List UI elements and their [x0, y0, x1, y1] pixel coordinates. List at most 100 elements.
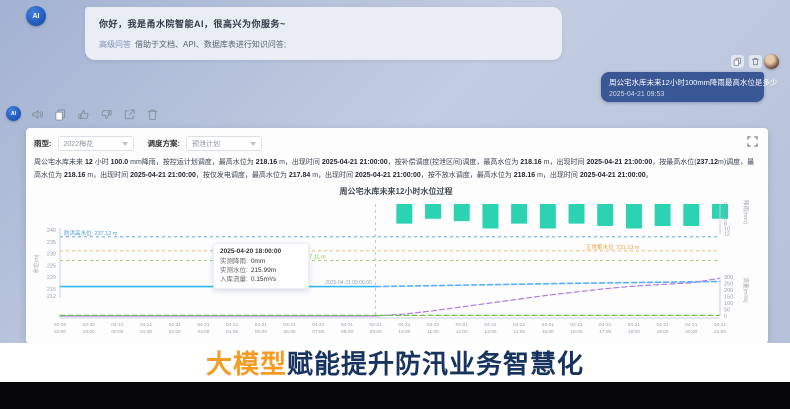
copy-message-button[interactable]: [731, 55, 744, 68]
svg-text:225: 225: [47, 263, 56, 269]
fullscreen-icon: [747, 136, 758, 147]
svg-text:50: 50: [724, 308, 730, 314]
svg-text:04-20: 04-20: [54, 322, 67, 328]
svg-text:13:00: 13:00: [484, 329, 496, 335]
svg-text:04-21: 04-21: [111, 322, 124, 328]
filter-bar: 雨型: 2022梅花 调度方案: 预泄计划: [34, 136, 262, 151]
svg-text:01:00: 01:00: [140, 329, 152, 335]
svg-text:04-21: 04-21: [427, 322, 440, 328]
svg-text:240: 240: [47, 228, 56, 234]
svg-text:12:00: 12:00: [456, 329, 468, 335]
ai-answer-avatar: AI: [6, 106, 21, 121]
chart-tooltip: 2025-04-20 18:00:00 实测降雨:0mm 实测水位:215.99…: [213, 243, 309, 289]
svg-text:23:00: 23:00: [83, 329, 95, 335]
svg-text:0: 0: [724, 314, 727, 320]
export-icon: [123, 108, 136, 121]
svg-text:04-21: 04-21: [714, 322, 727, 328]
export-answer-button[interactable]: [122, 107, 136, 121]
svg-text:04-21: 04-21: [341, 322, 354, 328]
thumbs-up-icon: [77, 108, 90, 121]
svg-text:04-21: 04-21: [140, 322, 153, 328]
svg-text:20:00: 20:00: [685, 329, 697, 335]
svg-text:04-21: 04-21: [283, 322, 296, 328]
ai-avatar: AI: [26, 6, 46, 26]
user-avatar: [764, 54, 779, 69]
svg-text:04-21: 04-21: [456, 322, 469, 328]
svg-text:降雨(mm): 降雨(mm): [742, 200, 750, 224]
user-message-bubble: 周公宅水库未来12小时100mm降雨最高水位是多少 2025-04-21 09:…: [601, 72, 764, 102]
thumbs-up-button[interactable]: [76, 107, 90, 121]
slogan-highlight: 大模型: [206, 349, 287, 379]
svg-text:04:00: 04:00: [226, 329, 238, 335]
delete-message-button[interactable]: [749, 55, 762, 68]
plan-select[interactable]: 预泄计划: [186, 136, 262, 151]
footer-bar: [0, 382, 790, 409]
svg-text:流量(m³/s): 流量(m³/s): [742, 277, 750, 303]
chevron-down-icon: [122, 142, 128, 146]
trash-icon: [146, 108, 159, 121]
svg-text:14:00: 14:00: [513, 329, 525, 335]
svg-text:21:00: 21:00: [714, 329, 726, 335]
delete-answer-button[interactable]: [145, 107, 159, 121]
slogan-banner: 大模型赋能提升防汛业务智慧化: [0, 343, 790, 382]
copy-answer-button[interactable]: [53, 107, 67, 121]
svg-text:12: 12: [724, 231, 730, 237]
user-message-time: 2025-04-21 09:53: [609, 91, 756, 98]
svg-text:230: 230: [47, 252, 56, 258]
plan-label: 调度方案:: [148, 138, 181, 149]
svg-text:04-21: 04-21: [599, 322, 612, 328]
svg-text:220: 220: [47, 275, 56, 281]
svg-text:150: 150: [724, 295, 733, 301]
thumbs-down-button[interactable]: [99, 107, 113, 121]
svg-text:2025-04-21 09:00:00: 2025-04-21 09:00:00: [325, 280, 372, 286]
ai-greeting-bubble: 你好，我是甬水院智能AI，很高兴为你服务~ 高级问答借助于文档、API、数据库表…: [85, 7, 562, 60]
svg-text:04-21: 04-21: [370, 322, 383, 328]
user-question-text: 周公宅水库未来12小时100mm降雨最高水位是多少: [609, 77, 756, 88]
copy-icon: [54, 108, 67, 121]
svg-text:04-21: 04-21: [226, 322, 239, 328]
qa-mode-tag: 高级问答: [99, 40, 131, 49]
svg-text:04-20: 04-20: [83, 322, 96, 328]
svg-text:05:00: 05:00: [255, 329, 267, 335]
read-aloud-button[interactable]: [30, 107, 44, 121]
svg-text:04-21: 04-21: [197, 322, 210, 328]
rain-type-select[interactable]: 2022梅花: [58, 136, 134, 151]
svg-text:00:00: 00:00: [111, 329, 123, 335]
svg-text:04-21: 04-21: [513, 322, 526, 328]
svg-text:防洪高水位: 237.12 m: 防洪高水位: 237.12 m: [64, 229, 118, 237]
svg-text:04-21: 04-21: [255, 322, 268, 328]
svg-text:22:00: 22:00: [54, 329, 66, 335]
qa-mode-desc: 借助于文档、API、数据库表进行知识问答;: [135, 40, 286, 49]
ai-greeting-text: 你好，我是甬水院智能AI，很高兴为你服务~: [99, 17, 548, 30]
slogan-rest: 赋能提升防汛业务智慧化: [287, 349, 584, 379]
svg-text:09:00: 09:00: [370, 329, 382, 335]
speaker-icon: [31, 108, 44, 121]
svg-text:水位(m): 水位(m): [32, 254, 40, 273]
water-level-chart[interactable]: 周公宅水库未来12小时水位过程 防洪高水位: 237.12 m正常蓄水位: 23…: [30, 186, 762, 340]
svg-text:11:00: 11:00: [427, 329, 439, 335]
svg-text:200: 200: [724, 288, 733, 294]
svg-text:19:00: 19:00: [657, 329, 669, 335]
svg-text:04-21: 04-21: [312, 322, 325, 328]
fullscreen-button[interactable]: [747, 136, 758, 147]
svg-text:15:00: 15:00: [542, 329, 554, 335]
svg-text:04-21: 04-21: [628, 322, 641, 328]
chart-svg: 防洪高水位: 237.12 m正常蓄水位: 231.13 m台汛水位: 227.…: [30, 198, 760, 338]
svg-text:07:00: 07:00: [312, 329, 324, 335]
chevron-down-icon: [250, 142, 256, 146]
svg-text:02:00: 02:00: [169, 329, 181, 335]
rain-type-label: 雨型:: [34, 138, 52, 149]
svg-text:100: 100: [724, 301, 733, 307]
svg-text:04-21: 04-21: [169, 322, 182, 328]
svg-text:18:00: 18:00: [628, 329, 640, 335]
svg-text:10:00: 10:00: [398, 329, 410, 335]
svg-text:16:00: 16:00: [571, 329, 583, 335]
tooltip-time: 2025-04-20 18:00:00: [220, 248, 302, 255]
forecast-summary-text: 周公宅水库未来 12 小时 100.0 mm降雨，按控运计划调度，最高水位为 2…: [34, 156, 760, 182]
svg-text:04-21: 04-21: [484, 322, 497, 328]
answer-toolbar: [30, 107, 159, 121]
svg-text:215: 215: [47, 287, 56, 293]
svg-text:300: 300: [724, 275, 733, 281]
svg-text:04-21: 04-21: [542, 322, 555, 328]
chart-title: 周公宅水库未来12小时水位过程: [30, 186, 762, 198]
